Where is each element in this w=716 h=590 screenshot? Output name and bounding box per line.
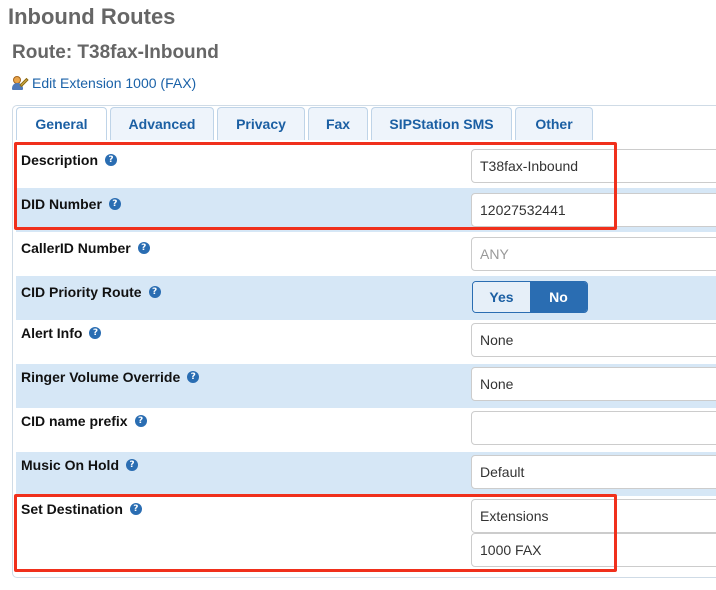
help-icon[interactable]: ? — [148, 286, 161, 298]
ringer-volume-override-label: Ringer Volume Override? — [21, 369, 200, 385]
tab-privacy[interactable]: Privacy — [217, 107, 305, 140]
music-on-hold-label: Music On Hold? — [21, 457, 138, 473]
edit-user-icon — [12, 75, 29, 91]
route-title: Route: T38fax-Inbound — [12, 42, 219, 63]
cid-priority-route-toggle: Yes No — [472, 281, 588, 313]
edit-extension-label: Edit Extension 1000 (FAX) — [32, 75, 197, 91]
alert-info-label: Alert Info? — [21, 325, 102, 341]
callerid-number-label: CallerID Number? — [21, 240, 150, 256]
music-on-hold-select[interactable]: Default — [471, 455, 716, 489]
cid-name-prefix-label: CID name prefix? — [21, 413, 147, 429]
cid-name-prefix-input[interactable] — [471, 411, 716, 445]
help-icon[interactable]: ? — [187, 371, 200, 383]
help-icon[interactable]: ? — [89, 327, 102, 339]
tab-general[interactable]: General — [16, 107, 107, 140]
row-cid-priority-route: CID Priority Route? — [16, 276, 716, 320]
cid-priority-yes-option[interactable]: Yes — [473, 282, 530, 312]
tab-bar: General Advanced Privacy Fax SIPStation … — [16, 107, 596, 140]
tab-advanced[interactable]: Advanced — [110, 107, 214, 140]
callerid-number-input[interactable]: ANY — [471, 237, 716, 271]
ringer-volume-override-select[interactable]: None — [471, 367, 716, 401]
set-destination-label: Set Destination? — [21, 501, 142, 517]
help-icon[interactable]: ? — [108, 198, 121, 210]
cid-priority-route-label: CID Priority Route? — [21, 284, 161, 300]
page-title: Inbound Routes — [8, 4, 176, 29]
description-label: Description? — [21, 152, 118, 168]
tab-sipstation-sms[interactable]: SIPStation SMS — [371, 107, 512, 140]
help-icon[interactable]: ? — [134, 415, 147, 427]
alert-info-select[interactable]: None — [471, 323, 716, 357]
tab-other[interactable]: Other — [515, 107, 593, 140]
cid-priority-no-option[interactable]: No — [530, 282, 587, 312]
help-icon[interactable]: ? — [137, 242, 150, 254]
tab-fax[interactable]: Fax — [308, 107, 368, 140]
did-number-input[interactable]: 12027532441 — [471, 193, 716, 227]
destination-target-select[interactable]: 1000 FAX — [471, 533, 716, 567]
did-number-label: DID Number? — [21, 196, 121, 212]
edit-extension-link[interactable]: Edit Extension 1000 (FAX) — [12, 75, 196, 91]
help-icon[interactable]: ? — [129, 503, 142, 515]
help-icon[interactable]: ? — [105, 154, 118, 166]
destination-module-select[interactable]: Extensions — [471, 499, 716, 533]
help-icon[interactable]: ? — [126, 459, 138, 471]
description-input[interactable]: T38fax-Inbound — [471, 149, 716, 183]
